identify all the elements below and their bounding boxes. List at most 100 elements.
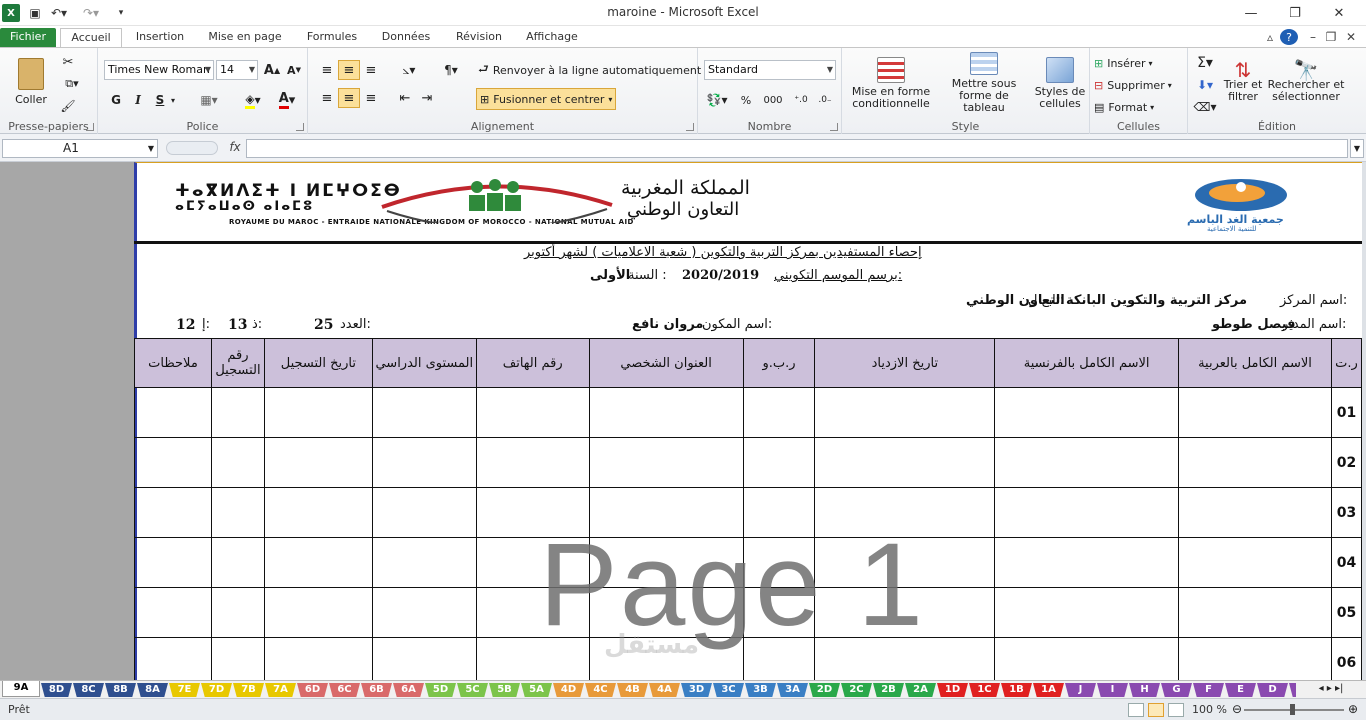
alignment-launcher-icon[interactable] <box>686 123 694 131</box>
sheet-tab-1b[interactable]: 1B <box>1001 683 1032 697</box>
col-cin[interactable]: ر.ب.و <box>742 338 816 388</box>
sheet-tab-3c[interactable]: 3C <box>713 683 744 697</box>
sheet-tab-7b[interactable]: 7B <box>233 683 264 697</box>
bold-button[interactable]: G <box>106 90 126 110</box>
clipboard-launcher-icon[interactable] <box>86 123 94 131</box>
table-cell[interactable] <box>742 637 816 680</box>
thousands-button[interactable]: 000 <box>760 90 786 110</box>
table-cell[interactable] <box>263 387 373 438</box>
sheet-tab-5b[interactable]: 5B <box>489 683 520 697</box>
sheet-tab-7a[interactable]: 7A <box>265 683 296 697</box>
worksheet-page[interactable]: ⵜⴰⴳⵍⴷⵉⵜ ⵏ ⵍⵎⵖⵔⵉⴱ ⴰⵎⵢⴰⵡⴰⵙ ⴰⵏⴰⵎⵓ ROYAUME D… <box>134 162 1362 680</box>
sheet-tab-e[interactable]: E <box>1225 683 1256 697</box>
row-number-cell[interactable]: 06 <box>1330 637 1362 680</box>
number-format-select[interactable]: Standard ▼ <box>704 60 836 80</box>
col-name-french[interactable]: الاسم الكامل بالفرنسية <box>994 338 1180 388</box>
table-cell[interactable] <box>994 387 1180 438</box>
workbook-minimize-icon[interactable]: – <box>1306 28 1320 46</box>
underline-button[interactable]: S <box>150 90 170 110</box>
sheet-tab-4b[interactable]: 4B <box>617 683 648 697</box>
tab-page-layout[interactable]: Mise en page <box>200 28 290 48</box>
sheet-tab-3d[interactable]: 3D <box>681 683 712 697</box>
table-cell[interactable] <box>371 587 477 638</box>
sheet-tab-7d[interactable]: 7D <box>201 683 232 697</box>
sheet-tab-5a[interactable]: 5A <box>521 683 552 697</box>
underline-dropdown-icon[interactable]: ▾ <box>168 90 178 110</box>
tab-view[interactable]: Affichage <box>518 28 586 48</box>
increase-indent-icon[interactable]: ⇥ <box>416 88 438 108</box>
tab-formulas[interactable]: Formules <box>298 28 366 48</box>
sheet-tab-g[interactable]: G <box>1161 683 1192 697</box>
table-cell[interactable] <box>210 637 265 680</box>
minimize-button[interactable]: — <box>1234 2 1268 24</box>
sheet-tab-6c[interactable]: 6C <box>329 683 360 697</box>
table-cell[interactable] <box>134 587 212 638</box>
sheet-tab-1d[interactable]: 1D <box>937 683 968 697</box>
sheet-tab-2b[interactable]: 2B <box>873 683 904 697</box>
table-cell[interactable] <box>371 637 477 680</box>
tab-data[interactable]: Données <box>372 28 440 48</box>
copy-icon[interactable]: ⧉▾ <box>58 76 86 92</box>
row-number-cell[interactable]: 03 <box>1330 487 1362 538</box>
table-cell[interactable] <box>994 587 1180 638</box>
table-cell[interactable] <box>134 537 212 588</box>
page-break-view-icon[interactable] <box>1168 703 1184 717</box>
format-painter-icon[interactable]: 🖌 <box>58 98 78 114</box>
table-cell[interactable] <box>210 537 265 588</box>
conditional-format-button[interactable]: Mise en forme conditionnelle <box>846 52 936 114</box>
undo-icon[interactable]: ↶▾ <box>48 4 70 22</box>
table-cell[interactable] <box>371 387 477 438</box>
table-cell[interactable] <box>263 637 373 680</box>
table-cell[interactable] <box>475 537 590 588</box>
table-cell[interactable] <box>371 537 477 588</box>
row-number-cell[interactable]: 04 <box>1330 537 1362 588</box>
table-cell[interactable] <box>475 387 590 438</box>
autosum-icon[interactable]: Σ▾ <box>1192 54 1218 72</box>
align-center-icon[interactable]: ≡ <box>338 88 360 108</box>
table-cell[interactable] <box>742 587 816 638</box>
align-right-icon[interactable]: ≡ <box>360 88 382 108</box>
table-cell[interactable] <box>263 487 373 538</box>
find-select-button[interactable]: 🔭 Rechercher et sélectionner <box>1266 52 1346 114</box>
sheet-tab-7e[interactable]: 7E <box>169 683 200 697</box>
font-family-select[interactable]: Times New Roman ▼ <box>104 60 214 80</box>
sheet-tab-9a[interactable]: 9A <box>2 681 40 697</box>
table-cell[interactable] <box>1178 437 1332 488</box>
name-box[interactable]: A1 ▼ <box>2 139 158 158</box>
tab-scroll-controls[interactable]: ◂ ▸ ▸| <box>1296 681 1366 698</box>
table-cell[interactable] <box>814 387 996 438</box>
col-address[interactable]: العنوان الشخصي <box>588 338 744 388</box>
sheet-tab-2a[interactable]: 2A <box>905 683 936 697</box>
insert-cells-button[interactable]: ⊞ Insérer ▾ <box>1094 54 1184 72</box>
font-size-select[interactable]: 14 ▼ <box>216 60 258 80</box>
cell-styles-button[interactable]: Styles de cellules <box>1032 52 1088 114</box>
sheet-tab-2d[interactable]: 2D <box>809 683 840 697</box>
tab-file[interactable]: Fichier <box>0 28 56 48</box>
table-cell[interactable] <box>371 437 477 488</box>
table-cell[interactable] <box>742 387 816 438</box>
zoom-out-icon[interactable]: ⊖ <box>1232 702 1242 716</box>
table-cell[interactable] <box>1178 537 1332 588</box>
table-cell[interactable] <box>588 437 744 488</box>
table-cell[interactable] <box>134 387 212 438</box>
table-cell[interactable] <box>475 437 590 488</box>
row-number-cell[interactable]: 05 <box>1330 587 1362 638</box>
sheet-tab-i[interactable]: I <box>1097 683 1128 697</box>
sheet-tab-6d[interactable]: 6D <box>297 683 328 697</box>
fill-color-icon[interactable]: ◈ ▾ <box>238 90 268 110</box>
sort-filter-button[interactable]: ⇅ Trier et filtrer <box>1220 52 1266 114</box>
align-top-icon[interactable]: ≡ <box>316 60 338 80</box>
table-cell[interactable] <box>1178 637 1332 680</box>
table-cell[interactable] <box>814 637 996 680</box>
format-cells-button[interactable]: ▤ Format ▾ <box>1094 98 1184 116</box>
table-cell[interactable] <box>263 587 373 638</box>
fill-icon[interactable]: ⬇▾ <box>1192 76 1218 94</box>
table-cell[interactable] <box>475 587 590 638</box>
table-cell[interactable] <box>1178 387 1332 438</box>
percent-button[interactable]: % <box>736 90 756 110</box>
col-education-level[interactable]: المستوى الدراسي <box>371 338 477 388</box>
minimize-ribbon-icon[interactable]: ▵ <box>1262 28 1278 46</box>
restore-button[interactable]: ❐ <box>1278 2 1312 24</box>
page-layout-view-icon[interactable] <box>1148 703 1164 717</box>
decrease-indent-icon[interactable]: ⇤ <box>394 88 416 108</box>
